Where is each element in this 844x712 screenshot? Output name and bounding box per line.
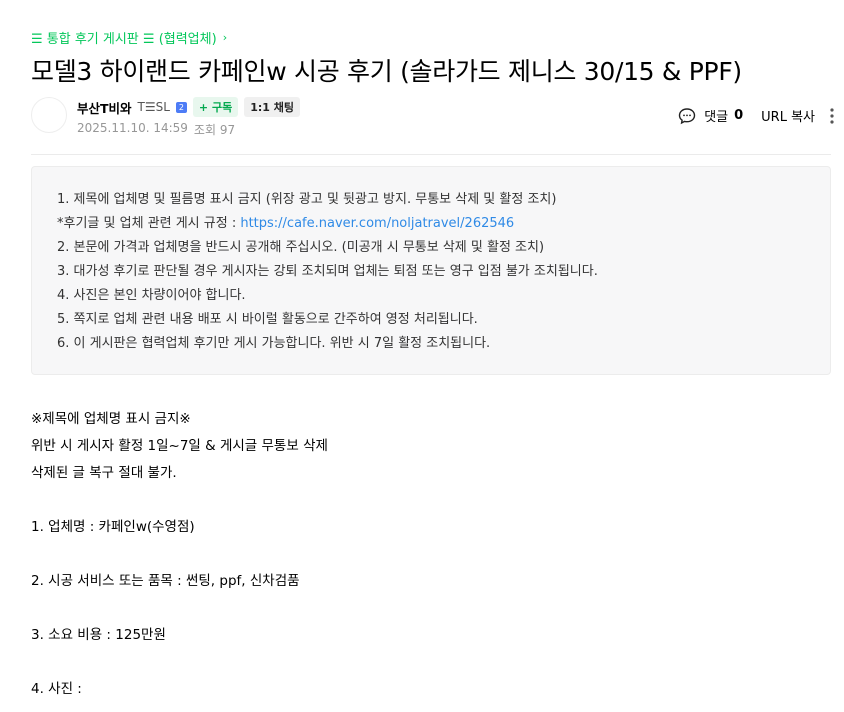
notice-item: 3. 대가성 후기로 판단될 경우 게시자는 강퇴 조치되며 업체는 퇴점 또는…	[57, 264, 598, 279]
author-name[interactable]: 부산T비와	[77, 98, 132, 117]
level-badge-icon: 2	[175, 101, 187, 113]
author-avatar[interactable]	[31, 97, 67, 133]
photo-line: 4. 사진 :	[31, 681, 82, 697]
post-date: 2025.11.10. 14:59	[77, 121, 188, 135]
author-level: T☰SL	[137, 100, 170, 114]
comment-label[interactable]: 댓글	[704, 106, 728, 125]
author-info: 부산T비와 T☰SL 2 + 구독 1:1 채팅	[77, 97, 300, 117]
notice-item: 4. 사진은 본인 차량이어야 합니다.	[57, 288, 246, 303]
rules-link[interactable]: https://cafe.naver.com/noljatravel/26254…	[240, 216, 514, 231]
header-divider	[31, 154, 831, 155]
view-count: 조회 97	[193, 123, 236, 137]
post-body: ※제목에 업체명 표시 금지※ 위반 시 게시자 활정 1일~7일 & 게시글 …	[31, 406, 328, 703]
comment-count[interactable]: 0	[734, 108, 743, 123]
cost-line: 3. 소요 비용 : 125만원	[31, 627, 166, 643]
subscribe-button[interactable]: + 구독	[192, 97, 239, 117]
notice-item: 5. 쪽지로 업체 관련 내용 배포 시 바이럴 활동으로 간주하여 영정 처리…	[57, 312, 478, 327]
url-copy-button[interactable]: URL 복사	[761, 106, 815, 125]
board-name[interactable]: ☰ 통합 후기 게시판 ☰ (협력업체)	[31, 28, 217, 47]
notice-item: 2. 본문에 가격과 업체명을 반드시 공개해 주십시오. (미공개 시 무통보…	[57, 240, 545, 255]
board-rules-notice: 1. 제목에 업체명 및 필름명 표시 금지 (위장 광고 및 뒷광고 방지. …	[31, 166, 831, 375]
post-meta: 2025.11.10. 14:59 조회 97	[77, 121, 235, 138]
warning-line: 위반 시 게시자 활정 1일~7일 & 게시글 무통보 삭제	[31, 438, 328, 454]
post-title: 모델3 하이랜드 카페인w 시공 후기 (솔라가드 제니스 30/15 & PP…	[31, 57, 742, 86]
chat-button[interactable]: 1:1 채팅	[244, 97, 300, 117]
notice-item: 6. 이 게시판은 협력업체 후기만 게시 가능합니다. 위반 시 7일 활정 …	[57, 336, 491, 351]
service-line: 2. 시공 서비스 또는 품목 : 썬팅, ppf, 신차검품	[31, 573, 300, 589]
chevron-right-icon: ›	[222, 31, 228, 44]
warning-line: 삭제된 글 복구 절대 불가.	[31, 465, 177, 481]
notice-item: *후기글 및 업체 관련 게시 규정 :	[57, 216, 241, 231]
warning-title: ※제목에 업체명 표시 금지※	[31, 411, 191, 427]
notice-item-link-row: *후기글 및 업체 관련 게시 규정 : https://cafe.naver.…	[57, 212, 830, 236]
comment-icon[interactable]	[678, 107, 696, 125]
company-name-line: 1. 업체명 : 카페인w(수영점)	[31, 519, 195, 535]
more-options-icon[interactable]	[829, 107, 835, 125]
post-actions: 댓글 0 URL 복사	[678, 106, 835, 125]
board-breadcrumb-link[interactable]: ☰ 통합 후기 게시판 ☰ (협력업체) ›	[31, 28, 227, 47]
notice-item: 1. 제목에 업체명 및 필름명 표시 금지 (위장 광고 및 뒷광고 방지. …	[57, 192, 557, 207]
